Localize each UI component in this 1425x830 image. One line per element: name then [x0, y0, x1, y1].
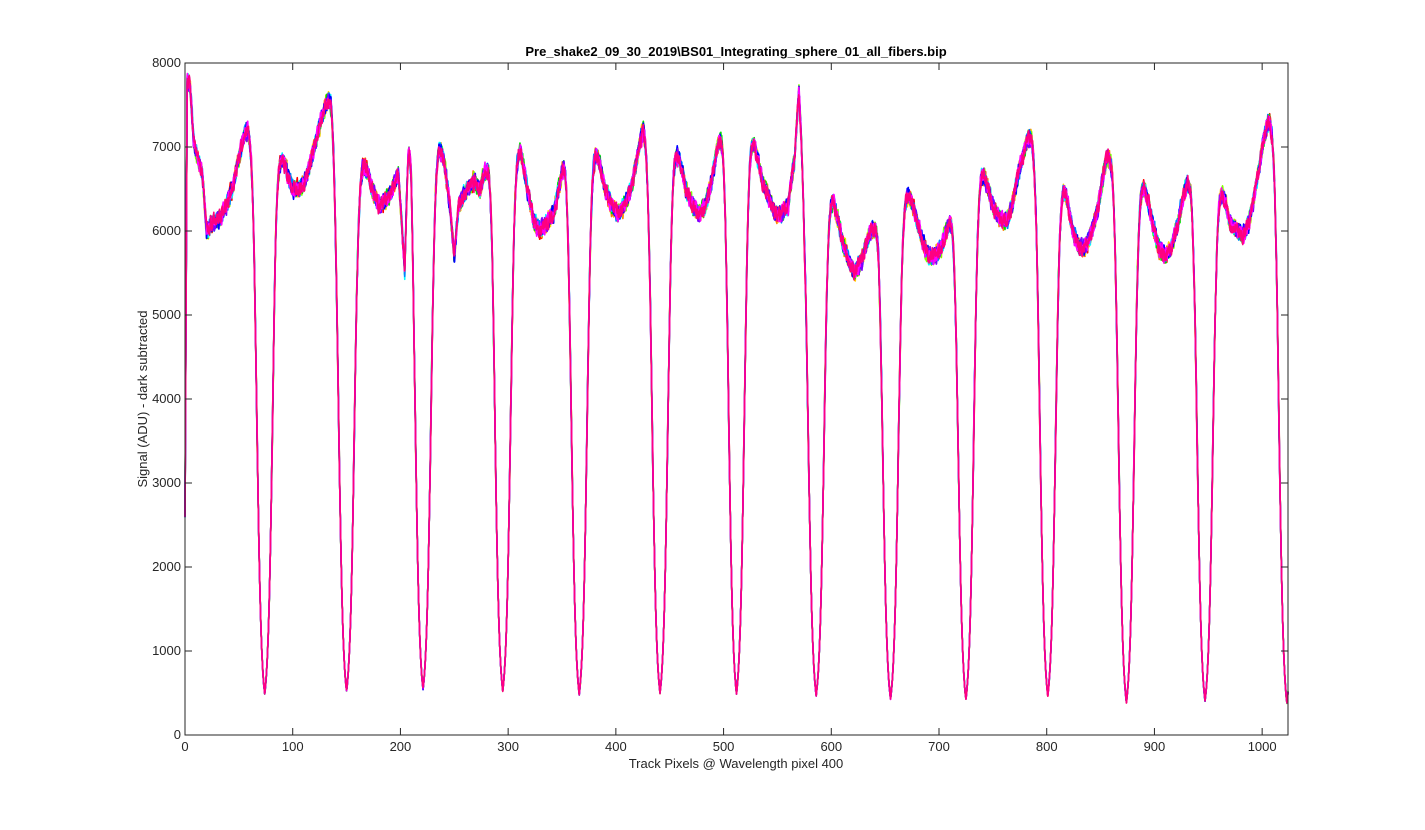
x-tick-label: 100: [282, 739, 304, 754]
x-tick-label: 0: [181, 739, 188, 754]
y-tick-label: 4000: [152, 391, 181, 406]
y-tick-label: 3000: [152, 475, 181, 490]
x-tick-label: 900: [1144, 739, 1166, 754]
y-tick-label: 1000: [152, 643, 181, 658]
figure-window: 0 100 200 300 400 500 600 700 800 900 1000 0 1000 200…: [0, 0, 1425, 825]
y-axis-label: Signal (ADU) - dark subtracted: [135, 310, 150, 487]
y-tick-label: 5000: [152, 307, 181, 322]
x-axis-label: Track Pixels @ Wavelength pixel 400: [629, 756, 844, 771]
y-tick-label: 6000: [152, 223, 181, 238]
y-tick-label: 2000: [152, 559, 181, 574]
x-tick-label: 400: [605, 739, 627, 754]
y-tick-label: 0: [174, 727, 181, 742]
x-tick-label: 200: [390, 739, 412, 754]
y-tick-label: 8000: [152, 55, 181, 70]
x-tick-label: 600: [820, 739, 842, 754]
line-chart: 0 100 200 300 400 500 600 700 800 900 1000 0 1000 200…: [135, 44, 1289, 771]
x-tick-label: 500: [713, 739, 735, 754]
y-tick-label: 7000: [152, 139, 181, 154]
x-tick-label: 300: [497, 739, 519, 754]
x-tick-label: 700: [928, 739, 950, 754]
x-tick-label: 1000: [1248, 739, 1277, 754]
chart-title: Pre_shake2_09_30_2019\BS01_Integrating_s…: [525, 44, 946, 59]
x-tick-label: 800: [1036, 739, 1058, 754]
